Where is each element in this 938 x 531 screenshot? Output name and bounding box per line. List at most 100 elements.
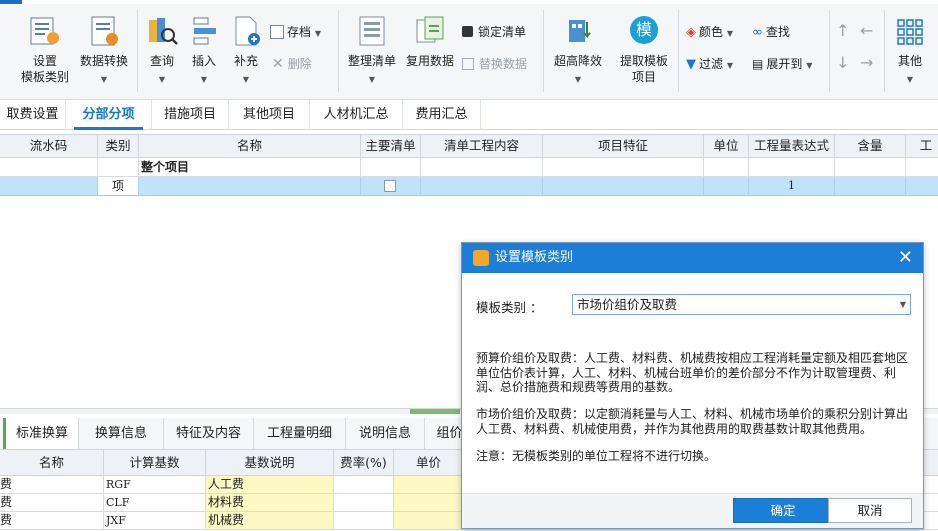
search-book-icon	[149, 18, 178, 45]
lock-list-button[interactable]: 锁定清单	[462, 23, 526, 41]
query-label: 查询	[149, 54, 174, 68]
tab-other-items[interactable]: 其他项目	[229, 100, 310, 130]
insert-button[interactable]: 插入 ▼	[184, 14, 224, 94]
cell-lower-name: 费	[0, 476, 104, 493]
cell-category: 项	[98, 177, 139, 195]
color-label: 颜色	[699, 25, 724, 39]
tab-features-content[interactable]: 特征及内容	[164, 418, 254, 449]
chevron-down-icon: ▼	[314, 29, 321, 38]
replace-data-button[interactable]: 替换数据	[462, 55, 527, 73]
col-unit-price[interactable]: 单价	[394, 450, 464, 475]
tab-standard-conversion[interactable]: 标准换算	[3, 418, 79, 449]
table-row-selected[interactable]: 项 1	[0, 177, 938, 196]
insert-icon	[193, 17, 216, 45]
cancel-button[interactable]: 取消	[828, 498, 912, 523]
extract-template-label-1: 提取模板	[619, 54, 668, 68]
splitter-grip[interactable]	[410, 409, 460, 414]
extract-template-button[interactable]: 模 提取模板 项目	[614, 14, 674, 94]
table-row[interactable]: 整个项目	[0, 158, 938, 177]
find-button[interactable]: ∞ 查找	[752, 23, 790, 41]
tab-cost-summary[interactable]: 费用汇总	[403, 100, 481, 130]
cell-lower-name: 费	[0, 494, 104, 511]
supplement-button[interactable]: 补充 ▼	[226, 14, 266, 94]
lock-icon	[462, 26, 473, 37]
other-button[interactable]: 其他 ▼	[890, 14, 930, 94]
reuse-data-button[interactable]: 复用数据	[402, 14, 458, 94]
ultra-high-reduction-button[interactable]: 超高降效 ▼	[548, 14, 608, 94]
query-button[interactable]: 查询 ▼	[142, 14, 182, 94]
ok-button[interactable]: 确定	[733, 498, 833, 523]
col-serial[interactable]: 流水码	[0, 135, 98, 157]
cell-unit-price	[394, 512, 464, 529]
col-more[interactable]: 工	[906, 135, 938, 157]
col-rate[interactable]: 费率(%)	[334, 450, 394, 475]
col-name[interactable]: 名称	[139, 135, 361, 157]
ribbon-divider	[338, 10, 339, 92]
tab-fee-settings[interactable]: 取费设置	[0, 100, 66, 130]
grid-header: 流水码 类别 名称 主要清单 清单工程内容 项目特征 单位 工程量表达式 含量 …	[0, 134, 938, 158]
extract-template-label-2: 项目	[631, 70, 656, 84]
template-category-label: 模板类别 ：	[476, 300, 543, 315]
data-convert-label: 数据转换	[79, 54, 128, 68]
expand-to-button[interactable]: ▤ 展开到 ▼	[752, 55, 812, 73]
tab-labor-material-summary[interactable]: 人材机汇总	[310, 100, 403, 130]
data-convert-icon	[91, 16, 118, 46]
ribbon-toolbar: 设置 模板类别 数据转换 ▼ 查询 ▼ 插入 ▼ 补充 ▼ 存档 ▼ ✕ 删除 …	[0, 0, 938, 100]
archive-label: 存档	[287, 25, 312, 39]
cell-base-desc: 材料费	[206, 494, 334, 511]
cell-unit	[704, 158, 749, 176]
col-quantity-expr[interactable]: 工程量表达式	[749, 135, 835, 157]
move-right-icon[interactable]: →	[860, 54, 873, 72]
tab-quantity-detail[interactable]: 工程量明细	[254, 418, 346, 449]
col-calc-base[interactable]: 计算基数	[104, 450, 206, 475]
move-left-icon[interactable]: ←	[860, 22, 873, 40]
cell-rate	[334, 494, 394, 511]
paint-bucket-icon: ◈	[686, 25, 696, 40]
col-content[interactable]: 含量	[835, 135, 906, 157]
col-lower-name[interactable]: 名称	[0, 450, 104, 475]
col-list-content[interactable]: 清单工程内容	[421, 135, 543, 157]
cell-unit	[704, 177, 749, 195]
archive-button[interactable]: 存档 ▼	[270, 23, 321, 41]
tab-measures[interactable]: 措施项目	[152, 100, 229, 130]
data-convert-button[interactable]: 数据转换 ▼	[76, 14, 132, 94]
move-down-icon[interactable]: ↓	[836, 54, 849, 72]
cell-category	[98, 158, 139, 176]
other-label: 其他	[897, 54, 922, 68]
template-category-select[interactable]: 市场价组价及取费 ▼	[572, 294, 911, 315]
cell-calc-base: CLF	[104, 494, 206, 511]
move-up-icon[interactable]: ↑	[836, 22, 849, 40]
col-category[interactable]: 类别	[98, 135, 139, 157]
app-indicator	[0, 0, 22, 4]
set-template-category-button[interactable]: 设置 模板类别	[14, 14, 76, 94]
dialog-title-bar[interactable]: 设置模板类别 ✕	[462, 243, 923, 273]
grid-apps-icon	[897, 19, 923, 45]
note-text: 注意：无模板类别的单位工程将不进行切换。	[476, 449, 717, 463]
cell-feature	[543, 158, 704, 176]
col-base-desc[interactable]: 基数说明	[206, 450, 334, 475]
col-feature[interactable]: 项目特征	[543, 135, 704, 157]
cell-unit-price	[394, 494, 464, 511]
tab-conversion-info[interactable]: 换算信息	[79, 418, 164, 449]
tab-subitems[interactable]: 分部分项	[66, 100, 152, 130]
filter-button[interactable]: ▼ 过滤 ▼	[686, 55, 733, 73]
color-button[interactable]: ◈ 颜色 ▼	[686, 23, 733, 41]
organize-list-button[interactable]: 整理清单 ▼	[344, 14, 400, 94]
supplement-label: 补充	[233, 54, 258, 68]
main-list-checkbox[interactable]	[384, 180, 396, 192]
col-unit[interactable]: 单位	[704, 135, 749, 157]
chevron-down-icon: ▼	[158, 75, 166, 84]
set-template-category-dialog: 设置模板类别 ✕ 模板类别 ： 市场价组价及取费 ▼ 预算价组价及取费：人工费、…	[461, 242, 924, 529]
lock-list-label: 锁定清单	[478, 25, 527, 39]
close-icon[interactable]: ✕	[898, 243, 913, 273]
dialog-body: 模板类别 ： 市场价组价及取费 ▼ 预算价组价及取费：人工费、材料费、机械费按相…	[462, 273, 923, 493]
cell-content	[835, 158, 906, 176]
delete-button[interactable]: ✕ 删除	[272, 55, 312, 73]
chevron-down-icon: ▼	[906, 75, 914, 84]
building-down-icon	[569, 20, 591, 42]
tab-description-info[interactable]: 说明信息	[346, 418, 425, 449]
reuse-data-label: 复用数据	[405, 54, 454, 68]
chevron-down-icon: ▼	[200, 75, 208, 84]
chevron-down-icon: ▼	[242, 75, 250, 84]
col-main-list[interactable]: 主要清单	[361, 135, 421, 157]
